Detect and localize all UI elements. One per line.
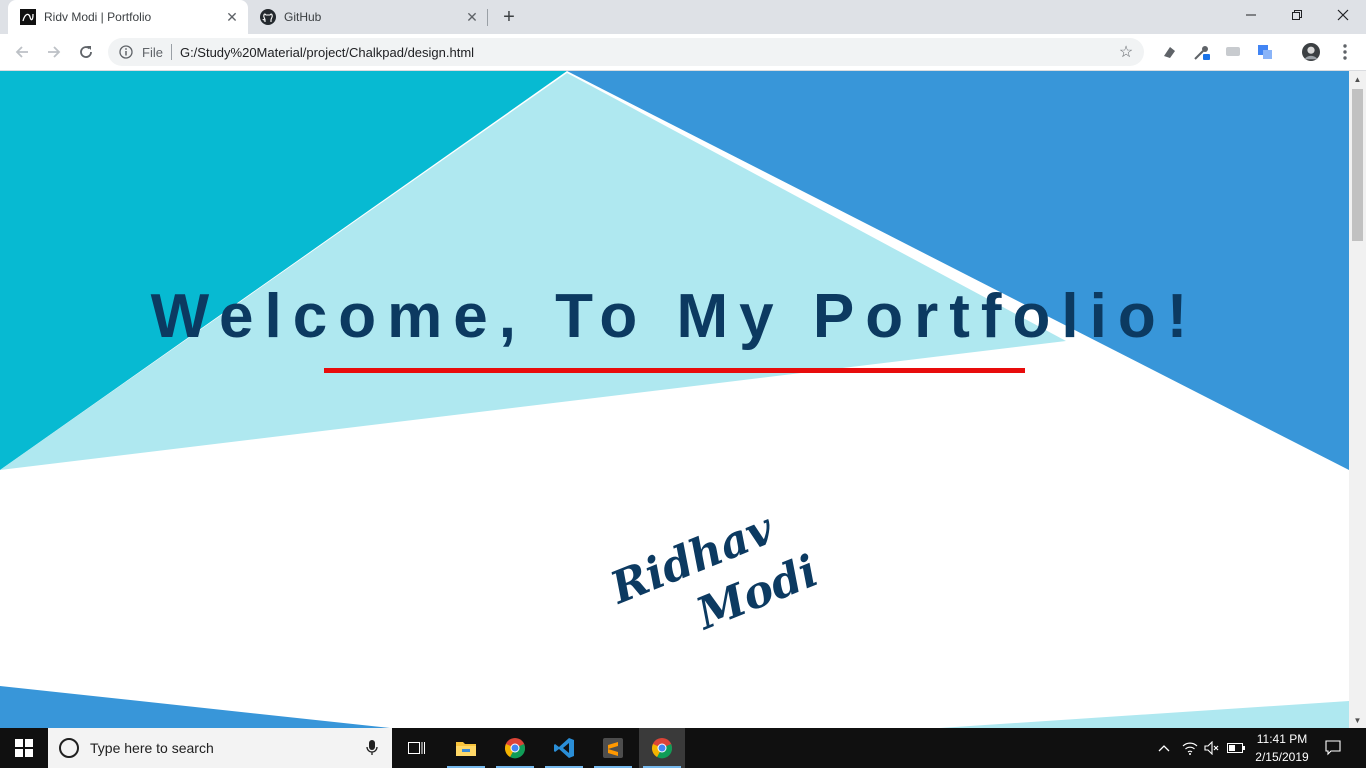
welcome-heading: Welcome, To My Portfolio! (150, 282, 1199, 351)
taskbar-search[interactable]: Type here to search (48, 728, 392, 768)
cortana-icon (59, 738, 79, 758)
file-explorer-icon[interactable] (443, 728, 489, 768)
github-icon (260, 9, 276, 25)
extension-translate-icon[interactable] (1256, 43, 1274, 61)
arrow-left-icon (15, 46, 28, 58)
taskbar: Type here to search 11:41 PM 2/15/2019 (0, 728, 1366, 768)
volume-muted-icon[interactable] (1202, 728, 1222, 768)
tab-strip: Ridv Modi | Portfolio ✕ GitHub ✕ + (0, 0, 1366, 34)
signature-logo: Ridhav Modi (602, 503, 825, 631)
minimize-button[interactable] (1228, 0, 1274, 30)
portfolio-favicon-icon (20, 9, 36, 25)
tab-title: GitHub (284, 10, 322, 24)
browser-toolbar: File G:/Study%20Material/project/Chalkpa… (0, 34, 1366, 71)
windows-logo-icon (15, 739, 33, 757)
system-clock[interactable]: 11:41 PM 2/15/2019 (1244, 730, 1320, 766)
wifi-icon[interactable] (1180, 728, 1200, 768)
vscode-icon[interactable] (541, 728, 587, 768)
tab-portfolio[interactable]: Ridv Modi | Portfolio ✕ (8, 0, 248, 34)
scroll-up-arrow-icon[interactable]: ▲ (1349, 71, 1366, 87)
url-text[interactable]: G:/Study%20Material/project/Chalkpad/des… (180, 45, 1116, 60)
chrome-icon[interactable] (492, 728, 538, 768)
extension-eraser-icon[interactable] (1160, 43, 1178, 61)
new-tab-button[interactable]: + (498, 6, 520, 28)
reload-icon (80, 46, 92, 58)
tab-close-icon[interactable]: ✕ (224, 9, 240, 25)
omnibox-divider (170, 44, 172, 60)
sublime-text-icon[interactable] (590, 728, 636, 768)
scroll-thumb[interactable] (1352, 89, 1363, 241)
task-view-icon[interactable] (394, 728, 440, 768)
restore-button[interactable] (1274, 0, 1320, 30)
chevron-up-icon[interactable] (1154, 728, 1174, 768)
info-icon[interactable] (118, 44, 134, 60)
chrome-icon[interactable] (639, 728, 685, 768)
extension-eyedropper-icon[interactable] (1193, 43, 1211, 61)
page-scrollbar[interactable]: ▲ ▼ (1349, 71, 1366, 728)
search-placeholder: Type here to search (90, 740, 214, 756)
clock-time: 11:41 PM (1256, 732, 1308, 746)
scheme-label: File (142, 44, 163, 60)
page-viewport: Welcome, To My Portfolio! Ridhav Modi (0, 71, 1349, 728)
battery-icon[interactable] (1226, 728, 1246, 768)
address-bar[interactable]: File G:/Study%20Material/project/Chalkpa… (108, 38, 1144, 66)
start-button[interactable] (0, 728, 48, 768)
arrow-right-icon (48, 46, 61, 58)
tab-title: Ridv Modi | Portfolio (44, 10, 152, 24)
extension-cast-icon[interactable] (1224, 43, 1242, 61)
menu-kebab-icon[interactable] (1336, 43, 1354, 61)
reload-button[interactable] (72, 38, 100, 66)
close-window-button[interactable] (1320, 0, 1366, 30)
bookmark-star-icon[interactable]: ☆ (1116, 42, 1136, 62)
profile-avatar[interactable] (1302, 43, 1320, 61)
tab-github[interactable]: GitHub ✕ (248, 0, 488, 34)
tab-separator (487, 9, 488, 26)
scroll-down-arrow-icon[interactable]: ▼ (1349, 712, 1366, 728)
forward-button[interactable] (40, 38, 68, 66)
clock-date: 2/15/2019 (1255, 750, 1309, 764)
microphone-icon[interactable] (366, 740, 378, 759)
heading-underline (324, 368, 1025, 373)
action-center-icon[interactable] (1320, 728, 1346, 768)
tab-close-icon[interactable]: ✕ (464, 9, 480, 25)
back-button[interactable] (8, 38, 36, 66)
